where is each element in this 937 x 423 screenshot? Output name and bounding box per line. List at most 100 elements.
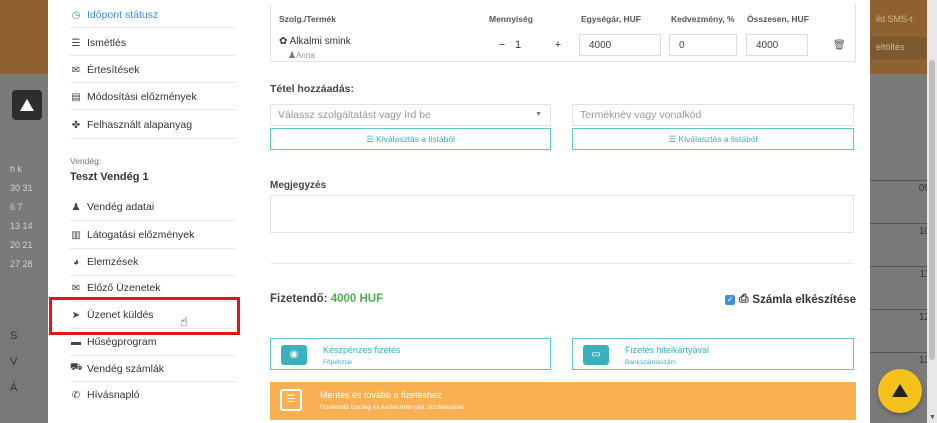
sidebar-divider [70, 109, 236, 110]
sidebar-item[interactable]: ✤ Felhasznált alapanyag [70, 119, 240, 131]
pie-icon: ◕ [72, 256, 80, 268]
sidebar-item-label: Előző Üzenetek [87, 282, 161, 294]
page-scrollbar[interactable]: ▼ [927, 0, 937, 423]
payable-label: Fizetendő: 4000 HUF [270, 293, 383, 305]
scrollbar-thumb[interactable] [929, 60, 935, 360]
clock-icon: ◷ [71, 9, 81, 21]
sidebar-item[interactable]: ▬ Hűségprogram [70, 336, 240, 348]
sidebar-item-label: Hűségprogram [87, 336, 157, 348]
trash-icon[interactable]: 🗑 [833, 40, 846, 51]
sidebar-divider [70, 301, 236, 302]
note-textarea[interactable] [270, 195, 854, 233]
background-nav-item: Á [10, 382, 18, 394]
total-input[interactable]: 4000 [746, 34, 808, 56]
qty-plus-button[interactable]: + [545, 39, 571, 51]
sidebar-item-label: Felhasznált alapanyag [87, 119, 193, 131]
scroll-down-icon[interactable]: ▼ [929, 414, 936, 421]
background-calendar-row: 20 21 [10, 240, 33, 250]
sidebar-divider [70, 138, 236, 139]
sidebar-item[interactable]: ✆ Hívásnapló [70, 389, 240, 401]
checkbox-checked-icon[interactable]: ✓ [725, 294, 736, 305]
sidebar-item[interactable]: ✉ Előző Üzenetek [70, 282, 240, 294]
cash-payment-button[interactable]: ◉ Készpénzes fizetés Főpénztár [270, 338, 551, 370]
save-continue-button[interactable]: ☰ Mentés és tovább a fizetéshez Fizetend… [270, 382, 856, 420]
background-calendar-row: 27 28 [10, 259, 33, 269]
sidebar-item-label: Látogatási előzmények [87, 229, 195, 241]
sidebar-item-label: Értesítések [87, 64, 140, 76]
product-table: Szolg./Termék Mennyiség Egységár, HUF Ke… [270, 4, 856, 62]
chat-icon: ✉ [71, 64, 81, 76]
background-nav-item: V [10, 356, 18, 368]
qty-value[interactable]: 1 [515, 39, 545, 51]
product-list-label: Kiválasztás a listából [678, 134, 758, 144]
list-icon: ☰ [366, 134, 374, 144]
sidebar-item[interactable]: ✉ Értesítések [70, 64, 240, 76]
card-payment-button[interactable]: ▭ Fizetés hitelkártyával Bankszámlaszám [572, 338, 854, 370]
list-alt-icon: ☰ [280, 389, 302, 411]
sidebar-item-label: Módosítási előzmények [87, 91, 197, 103]
background-time: 10 [870, 223, 930, 266]
sidebar-item[interactable]: ⛟ Vendég számlák [70, 362, 240, 375]
background-time: 11 [870, 266, 930, 309]
header-discount: Kedvezmény, % [671, 14, 735, 24]
discount-input[interactable]: 0 [669, 34, 737, 56]
background-nav-item: S [10, 330, 18, 342]
print-icon: ⎙ [739, 293, 749, 305]
sidebar-divider [70, 381, 236, 382]
cubes-icon: ✤ [71, 119, 81, 131]
background-time: 12 [870, 309, 930, 352]
product-staff: ♟Anna [288, 50, 315, 61]
user-icon: ♟ [71, 201, 81, 213]
header-total: Összesen, HUF [747, 14, 809, 24]
app-assistant-button[interactable] [878, 369, 922, 413]
invoice-checkbox[interactable]: ✓ ⎙ Számla elkészítése [725, 293, 856, 306]
cash-subtitle: Főpénztár [323, 359, 353, 366]
product-name-text: Alkalmi smink [289, 36, 351, 47]
sidebar-item[interactable]: ➤ Üzenet küldés [70, 309, 240, 321]
product-placeholder: Terméknév vagy vonalkód [580, 109, 702, 121]
background-sms-text: ild SMS-t [876, 14, 913, 24]
save-title: Mentés és tovább a fizetéshez [320, 390, 442, 400]
file-icon: ▤ [71, 91, 81, 103]
payable-amount: 4000 HUF [330, 293, 384, 305]
background-upload-button: eltöltés [870, 37, 928, 59]
staff-name: Anna [296, 51, 315, 60]
service-select[interactable]: Válassz szolgáltatást vagy írd be ▼ [270, 104, 551, 126]
service-list-label: Kiválasztás a listából [376, 134, 455, 144]
guest-label: Vendég: [70, 156, 102, 166]
background-calendar-row: 13 14 [10, 221, 33, 231]
note-title: Megjegyzés [270, 180, 327, 191]
product-search-input[interactable]: Terméknév vagy vonalkód [572, 104, 854, 126]
sidebar-item[interactable]: ▤ Módosítási előzmények [70, 91, 240, 103]
caret-down-icon: ▼ [535, 111, 542, 118]
send-icon: ➤ [71, 309, 81, 321]
sidebar-item[interactable]: ◕ Elemzések [70, 256, 240, 268]
header-product: Szolg./Termék [279, 14, 336, 24]
sidebar-item[interactable]: ♟ Vendég adatai [70, 201, 240, 213]
background-time-column: 09 10 11 12 13 [870, 180, 930, 395]
sidebar-item-label: Elemzések [87, 256, 139, 268]
list-icon: ☰ [71, 37, 81, 49]
product-list-button[interactable]: ☰ Kiválasztás a listából [572, 128, 854, 150]
product-name: ✿ Alkalmi smink [279, 36, 351, 47]
invoice-label: Számla elkészítése [752, 293, 856, 306]
background-calendar-row: 6 7 [10, 202, 23, 212]
sidebar-divider [70, 328, 236, 329]
car-icon: ⛟ [70, 362, 83, 373]
unit-price-input[interactable]: 4000 [579, 34, 661, 56]
card-title: Fizetés hitelkártyával [625, 345, 710, 355]
quantity-stepper: − 1 + [489, 34, 571, 56]
user-icon: ♟ [288, 50, 297, 60]
sidebar-item-label: Hívásnapló [87, 389, 140, 401]
sidebar-item-label: Üzenet küldés [87, 309, 154, 321]
sidebar-item[interactable]: ▥ Látogatási előzmények [70, 229, 240, 241]
qty-minus-button[interactable]: − [489, 39, 515, 51]
sidebar-divider [70, 27, 236, 28]
add-item-title: Tétel hozzáadás: [270, 83, 355, 95]
sidebar-item[interactable]: ☰ Ismétlés [70, 37, 240, 49]
sidebar-item[interactable]: ◷ Időpont státusz [70, 9, 240, 21]
guest-name: Teszt Vendég 1 [70, 171, 149, 183]
app-logo-icon [12, 90, 42, 120]
service-list-button[interactable]: ☰ Kiválasztás a listából [270, 128, 551, 150]
list-icon: ☰ [668, 134, 677, 144]
